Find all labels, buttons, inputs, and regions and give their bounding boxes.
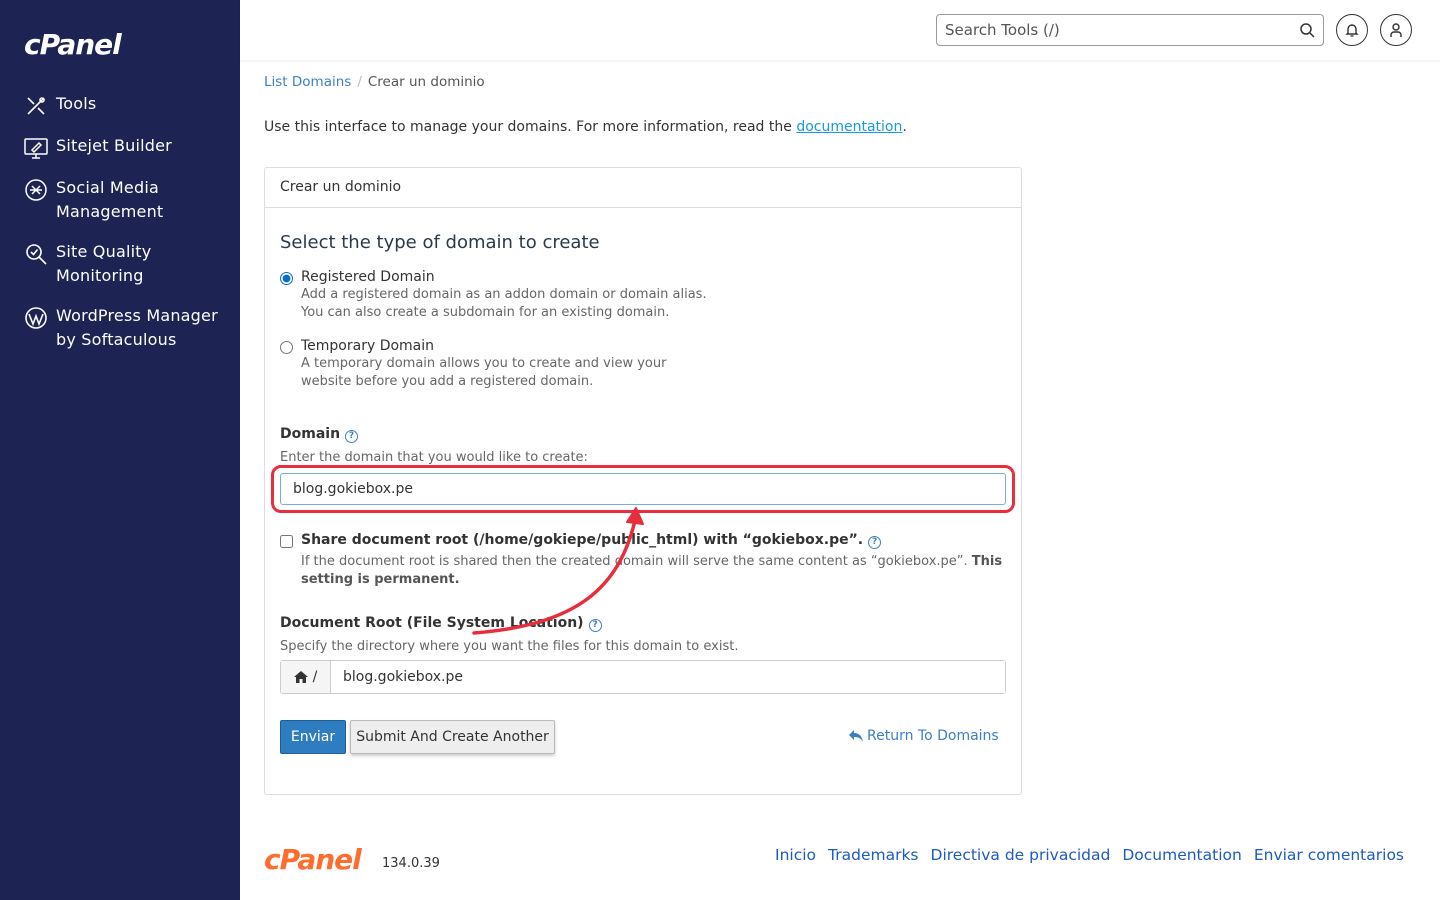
cpanel-logo[interactable]: cPanel [24, 28, 122, 61]
user-icon [1390, 23, 1402, 37]
help-icon[interactable]: ? [868, 536, 882, 549]
help-icon[interactable]: ? [345, 430, 359, 443]
panel-heading: Crear un dominio [265, 168, 1021, 208]
return-to-domains-link[interactable]: Return To Domains [849, 728, 999, 744]
temporary-domain-title: Temporary Domain [301, 338, 435, 354]
intro-text-body: Use this interface to manage your domain… [264, 119, 797, 135]
domain-label-text: Domain [280, 426, 341, 442]
share-docroot-label-text: Share document root (/home/gokiepe/publi… [301, 532, 864, 548]
magnifier-check-icon [26, 244, 47, 265]
registered-domain-desc-1: Add a registered domain as an addon doma… [301, 287, 707, 302]
docroot-label: Document Root (File System Location)? [280, 615, 602, 632]
share-docroot-desc: If the document root is shared then the … [301, 553, 1010, 589]
social-media-icon [25, 179, 47, 201]
footer-link-trademarks[interactable]: Trademarks [828, 846, 918, 864]
registered-domain-title: Registered Domain [301, 269, 435, 285]
user-menu-button[interactable] [1380, 14, 1412, 46]
share-docroot-checkbox[interactable] [280, 535, 293, 548]
section-title: Select the type of domain to create [280, 232, 600, 253]
sidebar-item-site-quality[interactable]: Site Quality Monitoring [24, 240, 224, 288]
documentation-link[interactable]: documentation [796, 119, 902, 135]
registered-domain-desc-2: You can also create a subdomain for an e… [301, 305, 670, 320]
temporary-domain-desc-2: website before you add a registered doma… [301, 374, 594, 389]
search-input[interactable] [937, 15, 1287, 45]
sidebar-item-label: WordPress Manager by Softaculous [56, 306, 218, 349]
breadcrumb-current: Crear un dominio [367, 74, 485, 90]
registered-domain-option: Registered Domain Add a registered domai… [280, 268, 707, 322]
submit-and-create-another-button[interactable]: Submit And Create Another [350, 720, 555, 754]
share-docroot-label: Share document root (/home/gokiepe/publi… [301, 531, 1010, 549]
breadcrumb-separator: / [357, 74, 362, 90]
footer-link-inicio[interactable]: Inicio [775, 846, 816, 864]
notifications-button[interactable] [1336, 14, 1368, 46]
domain-hint: Enter the domain that you would like to … [280, 450, 588, 465]
docroot-label-text: Document Root (File System Location) [280, 615, 584, 631]
intro-text-end: . [902, 119, 907, 135]
registered-domain-radio[interactable] [280, 272, 293, 285]
docroot-prefix: / [281, 661, 331, 693]
search-icon[interactable] [1299, 22, 1315, 38]
docroot-hint: Specify the directory where you want the… [280, 639, 739, 654]
docroot-prefix-slash: / [312, 669, 318, 685]
help-icon[interactable]: ? [588, 619, 602, 632]
sidebar-item-label: Site Quality Monitoring [56, 242, 152, 285]
sidebar-item-social-media[interactable]: Social Media Management [24, 176, 224, 224]
temporary-domain-radio[interactable] [280, 341, 293, 354]
submit-button[interactable]: Enviar [280, 720, 346, 754]
bell-icon [1345, 24, 1359, 37]
wordpress-icon [25, 307, 47, 329]
share-docroot-option: Share document root (/home/gokiepe/publi… [280, 531, 1010, 589]
footer-links: Inicio Trademarks Directiva de privacida… [775, 846, 1404, 864]
reply-arrow-icon [849, 730, 863, 742]
footer-link-privacy[interactable]: Directiva de privacidad [931, 846, 1111, 864]
footer-link-feedback[interactable]: Enviar comentarios [1254, 846, 1404, 864]
docroot-input-group: / [280, 660, 1006, 694]
tools-icon [27, 97, 45, 115]
domain-label: Domain? [280, 426, 359, 443]
sidebar-item-label: Tools [56, 94, 97, 113]
temporary-domain-desc-1: A temporary domain allows you to create … [301, 356, 667, 371]
breadcrumb-list-domains[interactable]: List Domains [264, 74, 351, 90]
sidebar-item-label: Sitejet Builder [56, 136, 172, 155]
temporary-domain-option: Temporary Domain A temporary domain allo… [280, 337, 666, 391]
sidebar-item-tools[interactable]: Tools [24, 92, 224, 118]
sidebar-item-label: Social Media Management [56, 178, 164, 221]
intro-text: Use this interface to manage your domain… [264, 119, 907, 135]
create-domain-panel: Crear un dominio Select the type of doma… [264, 167, 1022, 795]
sidebar-item-wordpress-manager[interactable]: WordPress Manager by Softaculous [24, 304, 224, 352]
return-to-domains-label: Return To Domains [867, 728, 999, 744]
docroot-input[interactable] [331, 661, 1005, 693]
footer-link-documentation[interactable]: Documentation [1122, 846, 1242, 864]
breadcrumb: List Domains / Crear un dominio [264, 74, 485, 90]
sidebar-nav: Tools Sitejet Builder Social Media Manag… [24, 92, 224, 368]
share-desc-text: If the document root is shared then the … [301, 554, 972, 569]
home-icon [293, 671, 308, 683]
footer-cpanel-logo: cPanel [264, 843, 362, 876]
search-box [936, 14, 1324, 46]
sidebar: cPanel Tools Sitejet Builder Social Medi… [0, 0, 240, 900]
monitor-pen-icon [24, 138, 48, 159]
domain-input[interactable] [280, 473, 1006, 505]
sidebar-item-sitejet-builder[interactable]: Sitejet Builder [24, 134, 224, 160]
top-header [240, 0, 1440, 60]
footer-version: 134.0.39 [382, 856, 440, 871]
